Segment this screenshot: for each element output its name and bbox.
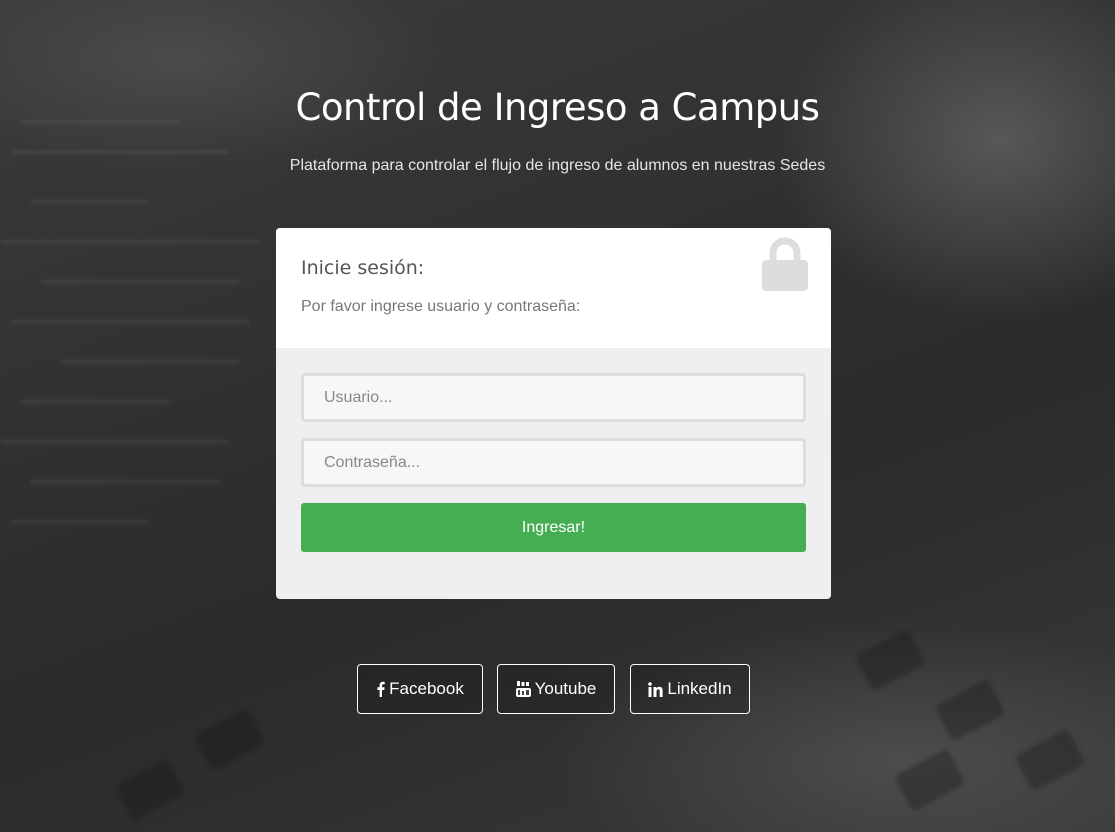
youtube-label: Youtube bbox=[534, 679, 597, 698]
youtube-button[interactable]: Youtube bbox=[497, 664, 615, 714]
password-input[interactable] bbox=[301, 438, 806, 487]
login-form: Ingresar! bbox=[276, 348, 831, 599]
login-heading: Inicie sesión: bbox=[301, 257, 425, 279]
page-subtitle: Plataforma para controlar el flujo de in… bbox=[289, 157, 826, 174]
youtube-icon bbox=[515, 681, 531, 697]
login-card: Inicie sesión: Por favor ingrese usuario… bbox=[276, 228, 831, 599]
login-description: Por favor ingrese usuario y contraseña: bbox=[301, 298, 581, 315]
page-title: Control de Ingreso a Campus bbox=[295, 86, 820, 129]
linkedin-label: LinkedIn bbox=[667, 679, 732, 698]
linkedin-button[interactable]: LinkedIn bbox=[630, 664, 750, 714]
facebook-label: Facebook bbox=[389, 679, 464, 698]
lock-icon bbox=[762, 237, 808, 291]
username-input[interactable] bbox=[301, 373, 806, 422]
facebook-button[interactable]: Facebook bbox=[357, 664, 483, 714]
linkedin-icon bbox=[648, 681, 663, 697]
login-submit-button[interactable]: Ingresar! bbox=[301, 503, 806, 552]
facebook-icon bbox=[376, 681, 385, 697]
login-card-header: Inicie sesión: Por favor ingrese usuario… bbox=[276, 228, 831, 348]
